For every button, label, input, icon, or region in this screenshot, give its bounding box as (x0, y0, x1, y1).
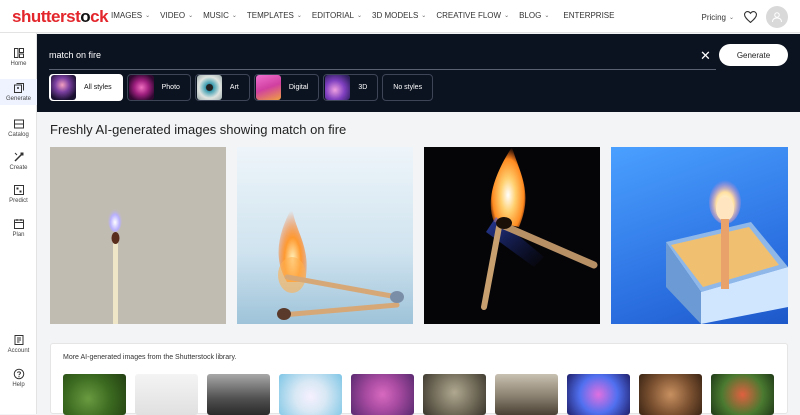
account-icon (14, 335, 23, 345)
plan-icon (13, 219, 24, 229)
sidebar-item-help[interactable]: Help (0, 368, 37, 388)
home-icon (13, 48, 24, 58)
match-image-3 (481, 147, 598, 310)
style-chip-photo[interactable]: Photo (126, 74, 191, 101)
library-thumbnail[interactable] (711, 374, 774, 415)
nav-music[interactable]: MUSIC ⌄ (203, 11, 237, 20)
style-thumbnail (325, 75, 351, 100)
match-image-2 (277, 207, 404, 320)
sidebar-item-catalog[interactable]: Catalog (0, 118, 37, 138)
sidebar-item-predict[interactable]: Predict (0, 184, 37, 204)
nav-editorial[interactable]: EDITORIAL ⌄ (312, 11, 362, 20)
library-thumbnail[interactable] (639, 374, 702, 415)
nav-creative-flow[interactable]: CREATIVE FLOW ⌄ (436, 11, 509, 20)
sidebar-item-account[interactable]: Account (0, 334, 37, 354)
shutterstock-logo[interactable]: shutterstock (12, 7, 109, 27)
sidebar-item-create[interactable]: Create (0, 151, 37, 171)
chevron-down-icon: ⌄ (231, 13, 237, 19)
sidebar-item-plan[interactable]: Plan (0, 218, 37, 238)
style-chip-art[interactable]: Art (194, 74, 250, 101)
style-thumbnail (255, 75, 281, 100)
chevron-down-icon: ⌄ (421, 13, 427, 19)
match-image-1 (108, 208, 122, 324)
chevron-down-icon: ⌄ (188, 13, 194, 19)
create-icon (13, 152, 23, 162)
library-thumbnail[interactable] (279, 374, 342, 415)
library-thumbnail[interactable] (135, 374, 198, 415)
chevron-down-icon: ⌄ (728, 14, 734, 21)
result-image[interactable] (611, 147, 788, 324)
main-nav: IMAGES ⌄ VIDEO ⌄ MUSIC ⌄ TEMPLATES ⌄ EDITORI… (111, 11, 624, 20)
top-bar: shutterstock IMAGES ⌄ VIDEO ⌄ MUSIC ⌄ TEMPL… (0, 0, 800, 33)
style-chip-3d[interactable]: 3D (323, 74, 379, 101)
results-heading: Freshly AI-generated images showing matc… (50, 122, 347, 137)
style-chip-no-styles[interactable]: No styles (382, 74, 434, 101)
style-thumbnail (196, 75, 222, 100)
nav-3d-models[interactable]: 3D MODELS ⌄ (372, 11, 426, 20)
clear-close-icon[interactable]: ✕ (700, 49, 711, 62)
top-right-actions: Pricing ⌄ (702, 6, 788, 28)
nav-video[interactable]: VIDEO ⌄ (160, 11, 193, 20)
match-image-4 (666, 180, 788, 324)
generate-button[interactable]: Generate (719, 44, 788, 66)
library-thumbnail[interactable] (207, 374, 270, 415)
nav-images[interactable]: IMAGES ⌄ (111, 11, 150, 20)
left-sidebar: Home Generate Catalog Create Predict Pla… (0, 33, 37, 414)
generate-search-panel: match on fire ✕ Generate All styles Phot… (37, 34, 800, 112)
style-chip-digital[interactable]: Digital (253, 74, 320, 101)
nav-blog[interactable]: BLOG ⌄ (519, 11, 549, 20)
result-image[interactable] (237, 147, 413, 324)
library-thumbnail[interactable] (423, 374, 486, 415)
nav-enterprise[interactable]: ENTERPRISE (563, 11, 614, 20)
style-thumbnail (128, 75, 154, 100)
help-icon (13, 368, 24, 380)
pricing-menu[interactable]: Pricing ⌄ (702, 13, 734, 22)
prompt-input[interactable]: match on fire (49, 50, 101, 60)
predict-icon (13, 185, 24, 195)
chevron-down-icon: ⌄ (145, 13, 151, 19)
catalog-icon (13, 119, 24, 129)
user-avatar-icon[interactable] (766, 6, 788, 28)
generate-icon (13, 83, 24, 93)
library-thumbnail[interactable] (63, 374, 126, 415)
library-thumbnails (63, 374, 774, 415)
chevron-down-icon: ⌄ (504, 13, 510, 19)
style-thumbnail (51, 75, 76, 100)
sidebar-item-home[interactable]: Home (0, 47, 37, 67)
result-image[interactable] (50, 147, 226, 324)
sidebar-item-generate[interactable]: Generate (0, 79, 37, 105)
style-chips: All styles Photo Art Digital 3D No style… (49, 74, 434, 101)
chevron-down-icon: ⌄ (296, 13, 302, 19)
library-thumbnail[interactable] (567, 374, 630, 415)
library-title: More AI-generated images from the Shutte… (63, 354, 237, 361)
library-section: More AI-generated images from the Shutte… (50, 343, 788, 415)
result-image[interactable] (424, 147, 600, 324)
prompt-underline (49, 69, 716, 70)
style-chip-all-styles[interactable]: All styles (49, 74, 123, 101)
library-thumbnail[interactable] (495, 374, 558, 415)
favorites-heart-icon[interactable] (742, 9, 758, 25)
nav-templates[interactable]: TEMPLATES ⌄ (247, 11, 302, 20)
chevron-down-icon: ⌄ (357, 13, 363, 19)
library-thumbnail[interactable] (351, 374, 414, 415)
chevron-down-icon: ⌄ (544, 13, 550, 19)
